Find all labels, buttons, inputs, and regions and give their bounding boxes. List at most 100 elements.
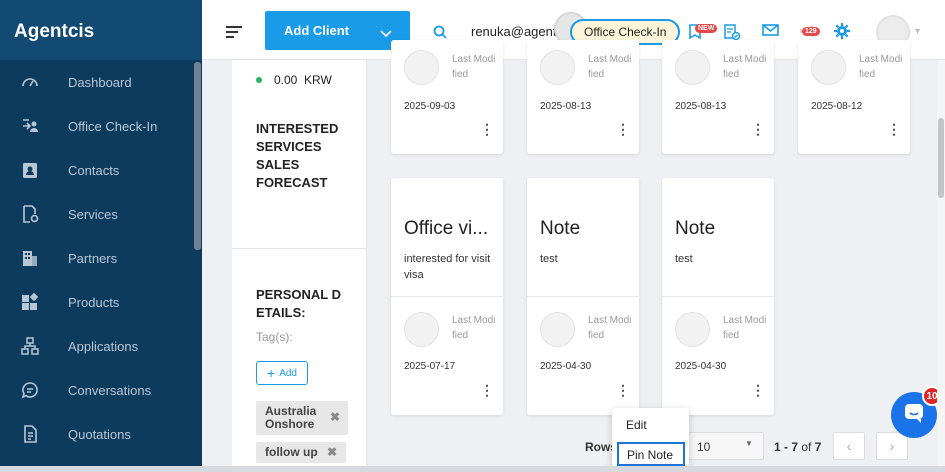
sidebar-item-services[interactable]: Services — [0, 192, 202, 236]
forecast-title: INTERESTED SERVICES SALES FORECAST — [256, 121, 339, 190]
checkin-icon — [16, 115, 44, 137]
last-modified-label: Last Modified — [723, 315, 767, 341]
card-date: 2025-04-30 — [540, 361, 592, 372]
page-of-label: of — [801, 440, 812, 454]
add-client-label: Add Client — [284, 23, 349, 38]
personal-details-title: PERSONAL D ETAILS: — [256, 287, 341, 320]
sidebar-item-products[interactable]: Products — [0, 280, 202, 324]
chevron-left-icon: ‹ — [846, 438, 852, 454]
menu-toggle-icon[interactable] — [226, 26, 242, 38]
sidebar-item-quotations[interactable]: Quotations — [0, 412, 202, 456]
card-date: 2025-09-03 — [404, 101, 456, 112]
bottom-strip — [0, 466, 945, 472]
sidebar-item-label: Conversations — [68, 382, 152, 398]
sidebar-item-label: Services — [68, 206, 118, 222]
card-divider — [391, 296, 503, 297]
sidebar-item-partners[interactable]: Partners — [0, 236, 202, 280]
client-detail-panel: 0.00 KRW INTERESTED SERVICES SALES FOREC… — [232, 60, 367, 466]
plus-icon: + — [267, 365, 276, 381]
remove-tag-icon[interactable]: ✖ — [327, 445, 337, 459]
card-description: interested for visit visa — [404, 253, 491, 281]
note-card[interactable]: Note test Last Modified 2025-04-30 ⋮ — [662, 178, 774, 415]
sidebar-item-applications[interactable]: Applications — [0, 324, 202, 368]
rows-per-page-value: 10 — [697, 440, 711, 454]
chevron-right-icon: › — [889, 438, 895, 454]
brand-logo[interactable]: Agentcis — [0, 0, 202, 60]
last-modified-label: Last Modified — [452, 315, 496, 341]
tag-label: follow up — [265, 445, 318, 459]
products-grid-icon — [16, 291, 44, 313]
kebab-menu-icon[interactable]: ⋮ — [751, 122, 765, 136]
avatar — [540, 312, 575, 347]
balance-row: 0.00 KRW — [256, 73, 332, 87]
sidebar-item-dashboard[interactable]: Dashboard — [0, 60, 202, 104]
card-date: 2025-08-13 — [540, 101, 592, 112]
flow-icon — [16, 335, 44, 357]
note-card[interactable]: Note test Last Modified 2025-04-30 ⋮ — [527, 178, 639, 415]
sidebar-item-label: Partners — [68, 250, 118, 266]
card-date: 2025-04-30 — [675, 361, 727, 372]
page-range-value: 1 - 7 — [774, 440, 799, 454]
card-date: 2025-07-17 — [404, 361, 456, 372]
kebab-menu-icon[interactable]: ⋮ — [480, 383, 494, 397]
avatar — [675, 312, 710, 347]
caret-down-icon: ▼ — [745, 439, 753, 448]
next-page-button[interactable]: › — [876, 432, 908, 460]
add-tag-button[interactable]: + Add — [256, 361, 308, 385]
section-divider — [232, 248, 367, 249]
prev-page-button[interactable]: ‹ — [833, 432, 865, 460]
menu-item-edit[interactable]: Edit — [626, 418, 647, 432]
kebab-menu-icon[interactable]: ⋮ — [616, 383, 630, 397]
card-date: 2025-08-13 — [675, 101, 727, 112]
sidebar-item-label: Quotations — [68, 426, 131, 442]
sidebar: Agentcis Dashboard Office Check-In Conta… — [0, 0, 202, 466]
balance-currency: KRW — [304, 73, 332, 87]
scroll-mask — [367, 0, 937, 60]
kebab-menu-icon[interactable]: ⋮ — [480, 122, 494, 136]
card-title: Note — [540, 218, 581, 239]
last-modified-label: Last Modified — [588, 315, 632, 341]
tag-label: Australia Onshore — [265, 404, 317, 431]
add-tag-label: Add — [279, 367, 297, 379]
card-description: test — [675, 253, 693, 265]
contact-card-icon — [16, 159, 44, 181]
kebab-menu-icon[interactable]: ⋮ — [887, 122, 901, 136]
note-card[interactable]: Office vi... interested for visit visa L… — [391, 178, 503, 415]
menu-item-pin-note[interactable]: Pin Note — [617, 442, 685, 466]
sidebar-scrollbar-thumb[interactable] — [194, 62, 201, 250]
kebab-menu-icon[interactable]: ⋮ — [616, 122, 630, 136]
card-divider — [527, 296, 639, 297]
sidebar-item-office-check-in[interactable]: Office Check-In — [0, 104, 202, 148]
sidebar-item-label: Contacts — [68, 162, 120, 178]
sidebar-item-label: Office Check-In — [68, 118, 158, 134]
sidebar-item-label: Applications — [68, 338, 139, 354]
card-title: Note — [675, 218, 716, 239]
chat-bubble-icon — [16, 379, 44, 401]
kebab-menu-icon[interactable]: ⋮ — [751, 383, 765, 397]
avatar — [404, 312, 439, 347]
card-title: Office vi... — [404, 218, 489, 239]
remove-tag-icon[interactable]: ✖ — [330, 411, 340, 424]
sidebar-item-label: Products — [68, 294, 120, 310]
page-scrollbar-thumb[interactable] — [938, 118, 944, 198]
card-description: test — [540, 253, 558, 265]
status-dot-icon — [256, 77, 262, 83]
sidebar-item-conversations[interactable]: Conversations — [0, 368, 202, 412]
gauge-icon — [16, 71, 44, 93]
chat-icon — [903, 402, 925, 429]
sidebar-nav: Dashboard Office Check-In Contacts Servi… — [0, 60, 202, 456]
tags-label: Tag(s): — [256, 330, 293, 344]
note-context-menu: Edit Pin Note — [612, 408, 689, 466]
sidebar-item-contacts[interactable]: Contacts — [0, 148, 202, 192]
document-icon — [16, 423, 44, 445]
tag-chip: Australia Onshore ✖ — [256, 401, 348, 435]
page-total: 7 — [814, 440, 822, 454]
services-doc-icon — [16, 203, 44, 225]
rows-per-page-select[interactable]: 10 ▼ — [688, 432, 764, 460]
card-divider — [662, 296, 774, 297]
building-icon — [16, 247, 44, 269]
balance-amount: 0.00 — [274, 73, 298, 87]
page-range: 1 - 7 of 7 — [774, 440, 821, 454]
tag-chip: follow up ✖ — [256, 442, 347, 463]
sidebar-item-label: Dashboard — [68, 74, 132, 90]
